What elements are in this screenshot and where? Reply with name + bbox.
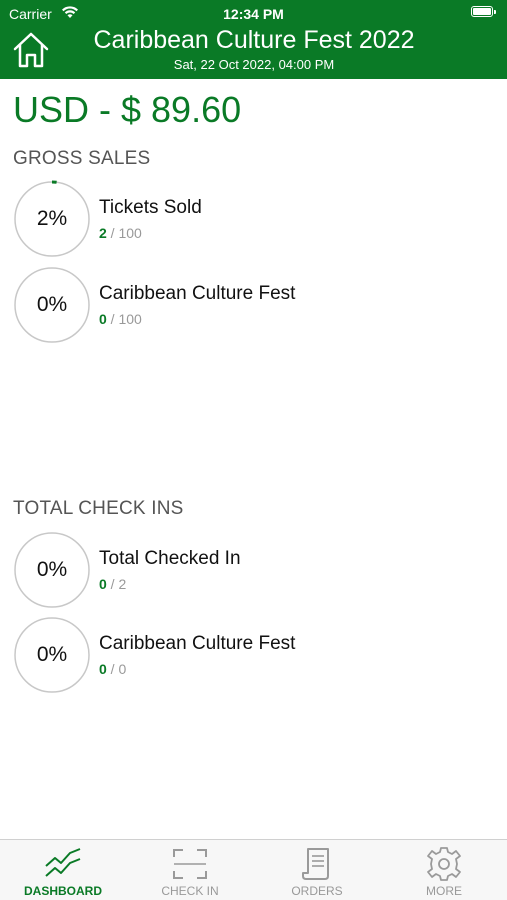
count-separator: / xyxy=(106,576,119,592)
metric-tickets-sold[interactable]: 2% Tickets Sold 2 / 100 xyxy=(13,180,493,258)
metric-count: 2 / 100 xyxy=(99,225,142,241)
metric-count: 0 / 100 xyxy=(99,311,142,327)
count-separator: / xyxy=(106,311,119,327)
percent-label: 2% xyxy=(36,207,68,230)
app-header: Carrier 12:34 PM Caribbean Culture Fest … xyxy=(0,0,507,79)
count-current: 0 xyxy=(99,576,107,592)
status-bar: Carrier 12:34 PM xyxy=(0,0,507,26)
count-total: 2 xyxy=(118,576,127,592)
percent-label: 0% xyxy=(36,643,68,666)
metric-label: Total Checked In xyxy=(99,548,241,569)
tab-label: DASHBOARD xyxy=(24,884,102,898)
percent-label: 0% xyxy=(36,293,68,316)
count-current: 2 xyxy=(99,225,107,241)
metric-count: 0 / 0 xyxy=(99,661,126,677)
metric-count: 0 / 2 xyxy=(99,576,126,592)
count-separator: / xyxy=(106,225,119,241)
metric-total-checked-in[interactable]: 0% Total Checked In 0 / 2 xyxy=(13,531,493,609)
count-total: 100 xyxy=(118,225,142,241)
receipt-icon xyxy=(302,848,329,880)
percent-label: 0% xyxy=(36,558,68,581)
metric-caribbean-culture-fest-sales[interactable]: 0% Caribbean Culture Fest 0 / 100 xyxy=(13,266,493,344)
home-button[interactable] xyxy=(11,30,51,70)
gross-sales-heading: GROSS SALES xyxy=(13,148,151,169)
metric-label: Caribbean Culture Fest xyxy=(99,283,296,304)
gear-icon xyxy=(427,847,461,881)
chart-line-icon xyxy=(45,848,81,877)
tab-check-in[interactable]: CHECK IN xyxy=(127,840,253,900)
event-title: Caribbean Culture Fest 2022 xyxy=(93,26,415,54)
total-sales-amount: USD - $ 89.60 xyxy=(13,89,242,130)
metric-label: Tickets Sold xyxy=(99,197,202,218)
tab-label: ORDERS xyxy=(291,884,343,898)
battery-icon xyxy=(471,6,496,17)
scan-icon xyxy=(173,849,207,879)
count-total: 0 xyxy=(118,661,127,677)
tab-bar: DASHBOARD CHECK IN ORDERS MORE xyxy=(0,839,507,900)
count-total: 100 xyxy=(118,311,142,327)
count-separator: / xyxy=(106,661,119,677)
count-current: 0 xyxy=(99,311,107,327)
event-date: Sat, 22 Oct 2022, 04:00 PM xyxy=(173,57,335,72)
tab-label: MORE xyxy=(426,884,462,898)
tab-dashboard[interactable]: DASHBOARD xyxy=(0,840,126,900)
status-time: 12:34 PM xyxy=(223,6,284,22)
metric-caribbean-culture-fest-checkins[interactable]: 0% Caribbean Culture Fest 0 / 0 xyxy=(13,616,493,694)
metric-label: Caribbean Culture Fest xyxy=(99,633,296,654)
count-current: 0 xyxy=(99,661,107,677)
tab-more[interactable]: MORE xyxy=(381,840,507,900)
tab-label: CHECK IN xyxy=(161,884,219,898)
check-ins-heading: TOTAL CHECK INS xyxy=(13,498,184,519)
tab-orders[interactable]: ORDERS xyxy=(254,840,380,900)
